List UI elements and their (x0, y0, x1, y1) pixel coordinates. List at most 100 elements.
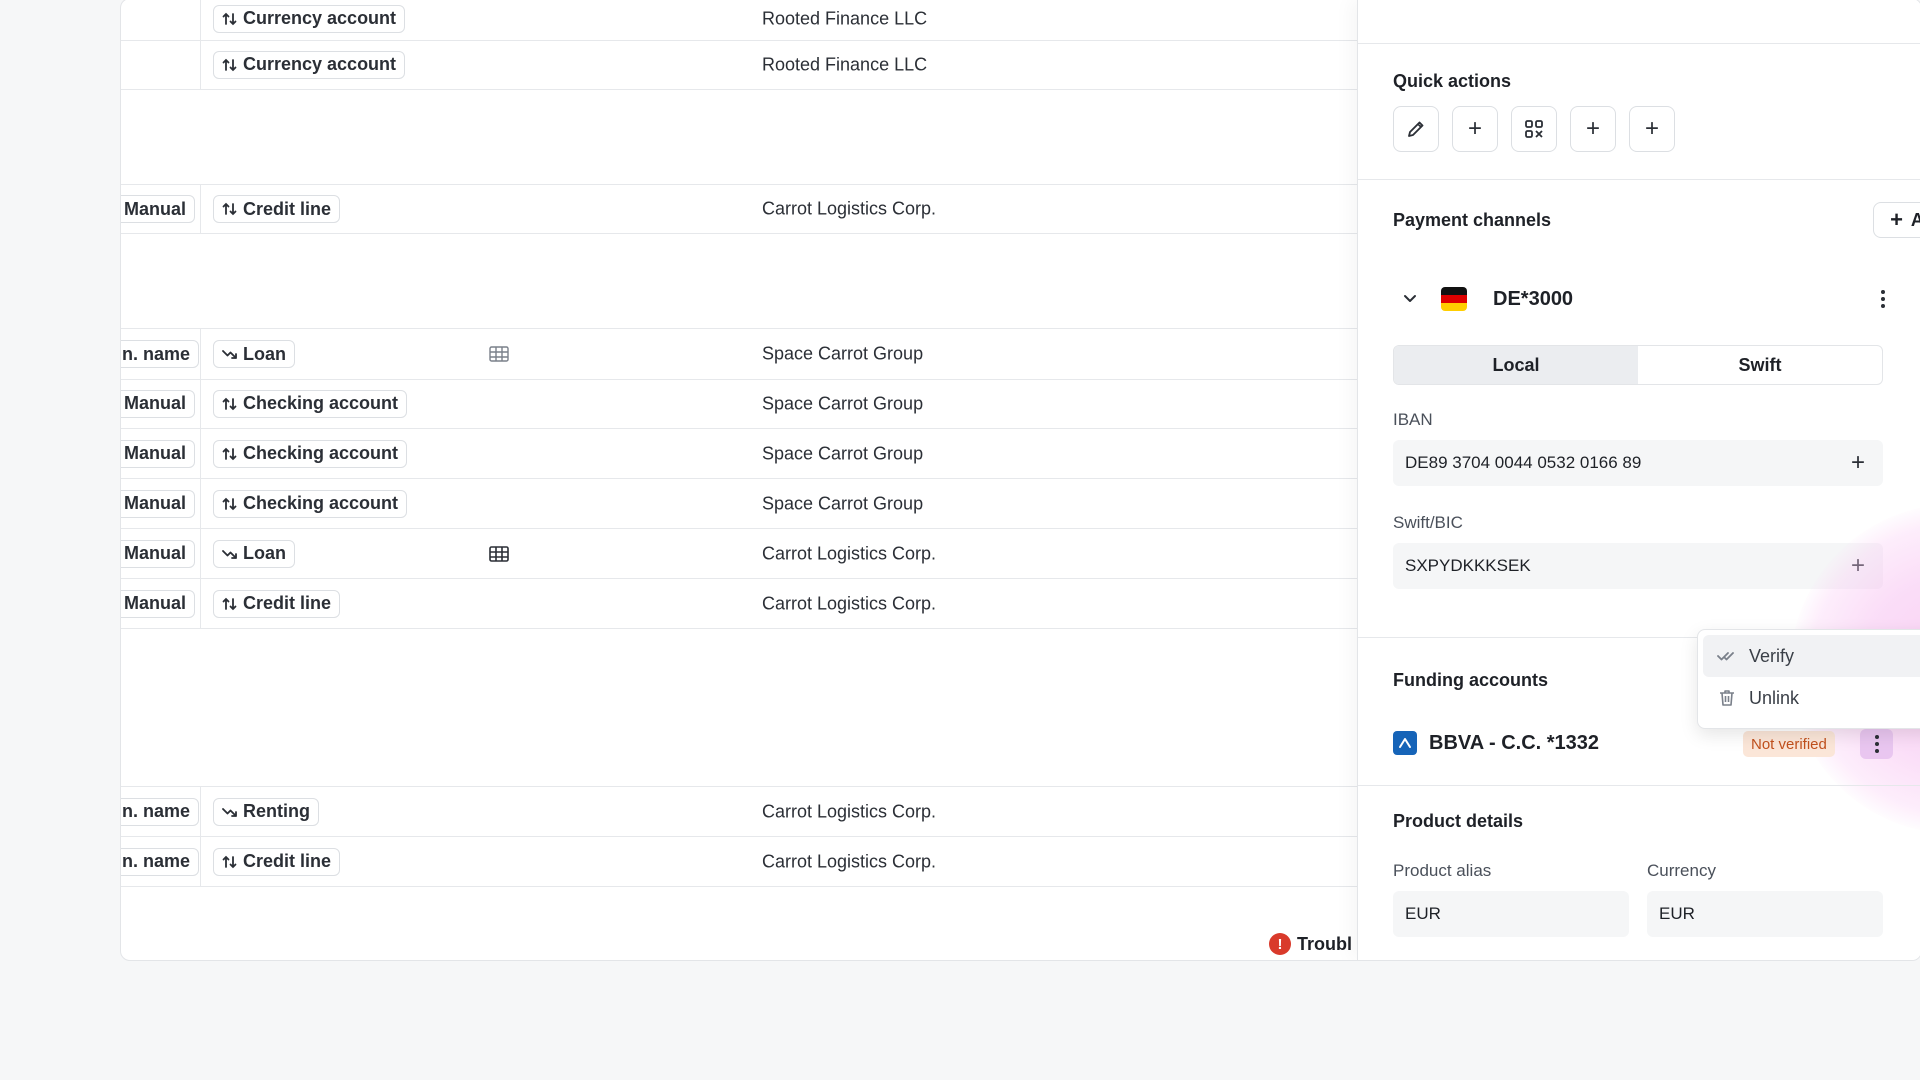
table-row[interactable]: Manual Credit line Carrot Logistics Corp… (121, 184, 1357, 234)
up-down-arrows-icon (222, 447, 237, 460)
table-row[interactable]: Manual Checking account Space Carrot Gro… (121, 379, 1357, 429)
plus-icon[interactable]: + (1851, 449, 1865, 477)
funding-context-menu: Verify Unlink (1697, 629, 1920, 729)
table-row[interactable]: Manual Checking account Space Carrot Gro… (121, 479, 1357, 529)
type-label: Credit line (243, 851, 332, 871)
add-action-button[interactable]: + (1452, 106, 1498, 152)
menu-item-label: Unlink (1749, 687, 1800, 708)
type-label: Checking account (243, 493, 399, 513)
currency-value: EUR (1659, 904, 1695, 923)
table-row[interactable]: n. name Renting Carrot Logistics Corp. (121, 786, 1357, 837)
currency-label: Currency (1647, 861, 1716, 880)
type-chip: Checking account (213, 489, 408, 518)
add-action-button[interactable]: + (1570, 106, 1616, 152)
status-badge: Not verified (1743, 731, 1835, 757)
column-divider (200, 787, 201, 836)
funding-account-row[interactable]: BBVA - C.C. *1332 Not verified (1393, 729, 1893, 759)
menu-item-unlink[interactable]: Unlink (1703, 677, 1920, 719)
funding-more-button[interactable] (1860, 729, 1893, 759)
scan-action-button[interactable] (1511, 106, 1557, 152)
up-down-arrows-icon (222, 58, 237, 71)
type-chip: Checking account (213, 389, 408, 418)
column-divider (200, 0, 201, 40)
company-name: Carrot Logistics Corp. (762, 851, 937, 871)
type-chip: Credit line (213, 195, 341, 223)
chevron-down-icon[interactable] (1401, 289, 1419, 307)
type-chip: Currency account (213, 50, 406, 79)
company-name: Carrot Logistics Corp. (762, 593, 937, 613)
trend-down-icon (222, 350, 237, 359)
menu-item-verify[interactable]: Verify (1703, 635, 1920, 677)
quick-actions-title: Quick actions (1393, 71, 1512, 91)
company-name: Rooted Finance LLC (762, 54, 928, 74)
trash-icon (1720, 690, 1734, 706)
type-label: Currency account (243, 8, 397, 28)
table-row[interactable]: Manual Loan Carrot Logistics Corp. (121, 529, 1357, 579)
company-name: Carrot Logistics Corp. (762, 801, 937, 821)
column-divider (200, 837, 201, 886)
menu-item-label: Verify (1749, 645, 1795, 666)
table-row[interactable]: Manual Credit line Carrot Logistics Corp… (121, 579, 1357, 629)
company-name: Carrot Logistics Corp. (762, 543, 937, 563)
warning-icon: ! (1269, 933, 1291, 955)
table-row[interactable]: n. name Loan Space Carrot Group (121, 328, 1357, 380)
add-new-button[interactable]: + Add new (1873, 202, 1920, 238)
column-divider (200, 379, 201, 428)
table-row[interactable]: Currency account Rooted Finance LLC (121, 0, 1357, 41)
edit-button[interactable] (1393, 106, 1439, 152)
table-grid-icon[interactable] (489, 346, 509, 362)
source-chip: Manual (121, 389, 196, 418)
scan-icon (1525, 120, 1543, 138)
currency-field[interactable]: EUR (1647, 891, 1883, 937)
type-label: Currency account (243, 54, 397, 74)
swift-field[interactable]: SXPYDKKKSEK + (1393, 543, 1883, 589)
add-action-button[interactable]: + (1629, 106, 1675, 152)
bank-mark-icon (1399, 738, 1411, 748)
type-chip: Checking account (213, 439, 408, 468)
plus-icon: + (1585, 115, 1600, 142)
type-chip: Loan (213, 539, 295, 568)
product-alias-label: Product alias (1393, 861, 1492, 880)
up-down-arrows-icon (222, 597, 237, 610)
type-chip: Renting (213, 797, 319, 826)
type-label: Credit line (243, 593, 332, 613)
source-chip: Manual (121, 195, 196, 223)
more-options-icon[interactable] (1873, 287, 1893, 311)
troubleshoot-alert[interactable]: ! Troubl (1269, 933, 1352, 955)
table-grid-icon[interactable] (489, 545, 509, 562)
pencil-icon (1408, 121, 1424, 137)
germany-flag-icon (1441, 287, 1467, 311)
source-chip: Manual (121, 439, 196, 468)
up-down-arrows-icon (222, 12, 237, 25)
plus-icon[interactable]: + (1851, 552, 1865, 580)
up-down-arrows-icon (222, 855, 237, 868)
tab-local[interactable]: Local (1394, 346, 1638, 384)
table-row[interactable]: n. name Credit line Carrot Logistics Cor… (121, 837, 1357, 887)
product-alias-field[interactable]: EUR (1393, 891, 1629, 937)
bbva-logo-icon (1393, 731, 1417, 755)
swift-value: SXPYDKKKSEK (1405, 556, 1531, 575)
trend-down-icon (222, 807, 237, 817)
column-divider (200, 329, 201, 379)
table-row[interactable]: Manual Checking account Space Carrot Gro… (121, 429, 1357, 479)
table-row[interactable]: Currency account Rooted Finance LLC (121, 40, 1357, 90)
trend-down-icon (222, 549, 237, 559)
type-label: Credit line (243, 198, 332, 219)
accounts-card: Currency account Rooted Finance LLC Curr… (120, 0, 1920, 961)
funding-accounts-title: Funding accounts (1393, 670, 1548, 690)
up-down-arrows-icon (222, 497, 237, 510)
channel-type-toggle: Local Swift (1393, 345, 1883, 385)
flag-stripe (1441, 287, 1467, 295)
column-divider (200, 185, 201, 233)
iban-value: DE89 3704 0044 0532 0166 89 (1405, 453, 1642, 472)
payment-channel-header[interactable]: DE*3000 (1393, 279, 1893, 319)
iban-field[interactable]: DE89 3704 0044 0532 0166 89 + (1393, 440, 1883, 486)
troubleshoot-label: Troubl (1297, 933, 1352, 954)
swift-label: Swift/BIC (1393, 513, 1463, 532)
tab-swift[interactable]: Swift (1638, 346, 1882, 384)
channel-name: DE*3000 (1493, 288, 1574, 310)
company-name: Space Carrot Group (762, 393, 924, 413)
type-label: Loan (243, 343, 286, 364)
column-divider (200, 429, 201, 478)
company-name: Rooted Finance LLC (762, 8, 928, 28)
